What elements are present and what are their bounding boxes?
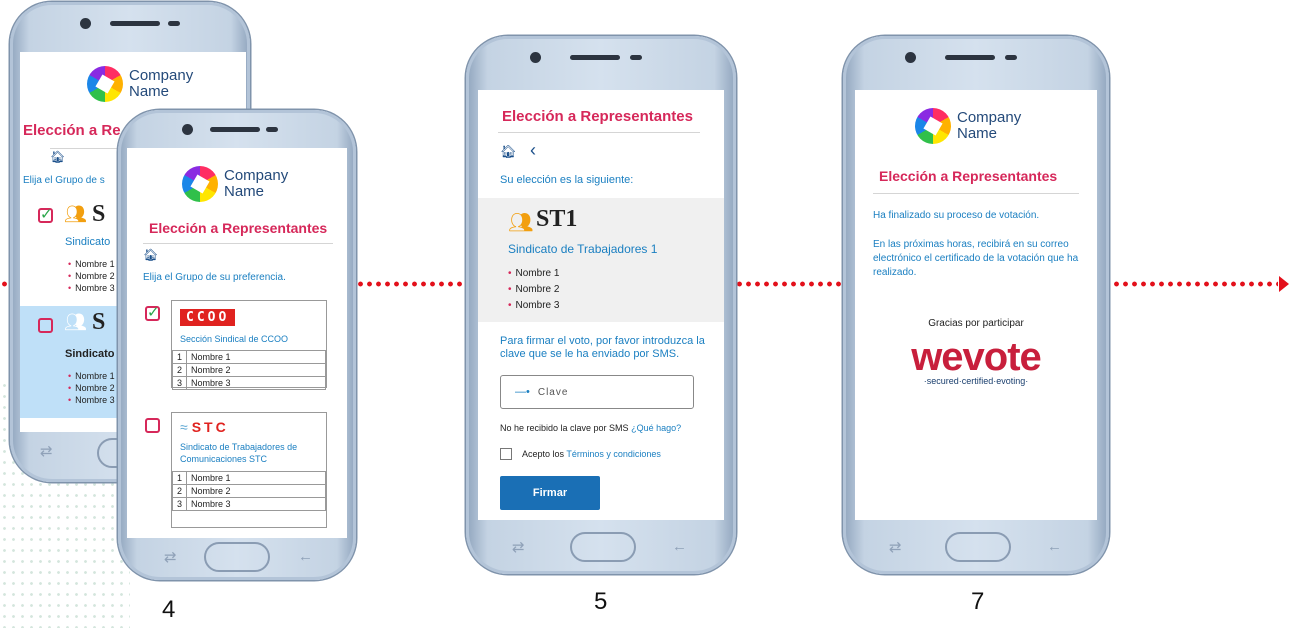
selected-party-card: 👥︎ ST1 Sindicato de Trabajadores 1 • Nomb…	[478, 198, 724, 322]
party-name: Sindicato de Trabajadores 1	[508, 242, 658, 256]
wevote-tagline: ·secured·certified·evoting·	[923, 376, 1029, 386]
stc-logo-icon: ≈	[180, 419, 188, 435]
stc-section: Sindicato de Trabajadores de Comunicacio…	[180, 442, 298, 464]
step-label-7: 7	[971, 588, 985, 615]
flow-line-4-5	[356, 281, 466, 287]
flow-line-5-7	[735, 281, 843, 287]
instruction-text: Elija el Grupo de su preferencia.	[143, 272, 286, 283]
flow-line-7-next	[1112, 281, 1278, 287]
back-key[interactable]: ←	[672, 538, 687, 555]
wevote-wordmark: wevote	[911, 335, 1042, 379]
ccoo-names-table: 1 Nombre 1 2 Nombre 2 3 Nombre 3	[171, 350, 326, 390]
company-logo: Company Name	[915, 108, 1021, 144]
group-names: • Nombre 1 • Nombre 2 • Nombre 3	[68, 371, 115, 405]
home-key[interactable]	[570, 532, 636, 562]
ccoo-section: Sección Sindical de CCOO	[180, 334, 289, 344]
selection-subtitle: Su elección es la siguiente:	[500, 174, 634, 186]
party-short: ST1	[536, 206, 578, 232]
company-line1: Company	[224, 167, 289, 184]
home-icon[interactable]: 🏠︎	[500, 144, 517, 160]
people-group-icon: 👥︎	[64, 312, 87, 332]
terms-prefix: Acepto los	[522, 449, 565, 459]
ccoo-logo: CCOO	[180, 309, 236, 326]
company-line1: Company	[129, 67, 194, 84]
key-placeholder: Clave	[537, 386, 569, 398]
terms-checkbox[interactable]	[500, 448, 512, 460]
thanks-text: Gracias por participar	[928, 318, 1024, 329]
back-key[interactable]: ←	[1047, 538, 1062, 555]
recent-apps-key[interactable]: ⇄	[512, 538, 525, 556]
key-icon: —•	[515, 386, 530, 398]
no-sms-link[interactable]: ¿Qué hago?	[631, 423, 681, 433]
group-name: Sindicato	[65, 236, 111, 248]
company-logo-icon	[87, 66, 123, 102]
recent-apps-key[interactable]: ⇄	[164, 548, 177, 566]
step-label-4: 4	[162, 596, 176, 623]
people-group-icon: 👥︎	[64, 204, 87, 224]
home-key[interactable]	[945, 532, 1011, 562]
phone-7: Company Name Elección a Representantes Ha…	[843, 36, 1109, 574]
company-logo: Company Name	[182, 166, 288, 202]
step-label-5: 5	[594, 588, 608, 615]
company-logo-icon	[915, 108, 951, 144]
group-checkbox[interactable]	[38, 205, 53, 223]
company-line2: Name	[129, 83, 170, 100]
stc-option[interactable]: ≈ STC Sindicato de Trabajadores de Comun…	[171, 412, 327, 528]
company-line2: Name	[957, 125, 998, 142]
done-message: Ha finalizado su proceso de votación.	[873, 210, 1040, 221]
no-sms-text: No he recibido la clave por SMS	[500, 423, 629, 433]
flow-arrow-head	[1279, 276, 1289, 292]
phone-5: Elección a Representantes 🏠︎ ‹ Su elecci…	[466, 36, 736, 574]
page-title: Elección a Representantes	[879, 168, 1058, 184]
home-icon[interactable]: 🏠︎	[143, 248, 158, 262]
key-input[interactable]: —• Clave	[500, 375, 694, 409]
stc-logo-text: STC	[191, 419, 229, 435]
stc-names-table: 1 Nombre 1 2 Nombre 2 3 Nombre 3	[171, 471, 326, 511]
ccoo-option[interactable]: CCOO Sección Sindical de CCOO 1 Nombre 1 …	[171, 300, 327, 390]
home-key[interactable]	[204, 542, 270, 572]
instruction-text: Elija el Grupo de s	[23, 175, 105, 186]
stc-checkbox[interactable]	[145, 418, 160, 433]
stc-logo: ≈ STC	[180, 419, 326, 435]
recent-apps-key[interactable]: ⇄	[40, 442, 53, 460]
company-logo-icon	[182, 166, 218, 202]
sign-instructions: Para firmar el voto, por favor introduzc…	[500, 335, 705, 360]
company-line2: Name	[224, 183, 265, 200]
company-logo: Company Name	[87, 66, 193, 102]
ccoo-checkbox[interactable]	[145, 303, 160, 321]
home-icon[interactable]: 🏠︎	[50, 150, 65, 164]
people-group-icon: 👥︎	[508, 212, 534, 234]
page-title: Elección a Representantes	[502, 108, 693, 125]
sign-button[interactable]: Firmar	[500, 476, 600, 510]
terms-link[interactable]: Términos y condiciones	[566, 449, 661, 459]
phone-4-front: Company Name Elección a Representantes 🏠︎…	[118, 110, 356, 580]
chevron-left-icon[interactable]: ‹	[530, 140, 536, 161]
group-short: S	[92, 201, 106, 227]
back-key[interactable]: ←	[298, 548, 313, 565]
group-checkbox[interactable]	[38, 318, 53, 333]
page-title: Elección a Representantes	[149, 220, 328, 236]
email-info: En las próximas horas, recibirá en su co…	[873, 239, 1079, 278]
wevote-logo: wevote ·secured·certified·evoting·	[855, 336, 1097, 386]
company-line1: Company	[957, 109, 1022, 126]
party-names: • Nombre 1 • Nombre 2 • Nombre 3	[508, 268, 560, 311]
recent-apps-key[interactable]: ⇄	[889, 538, 902, 556]
group-name: Sindicato	[65, 348, 115, 360]
group-short: S	[92, 309, 106, 335]
group-names: • Nombre 1 • Nombre 2 • Nombre 3	[68, 259, 115, 293]
terms-row: Acepto los Términos y condiciones	[500, 448, 661, 460]
page-title: Elección a Re	[23, 122, 121, 139]
no-sms-help: No he recibido la clave por SMS ¿Qué hag…	[500, 423, 681, 433]
